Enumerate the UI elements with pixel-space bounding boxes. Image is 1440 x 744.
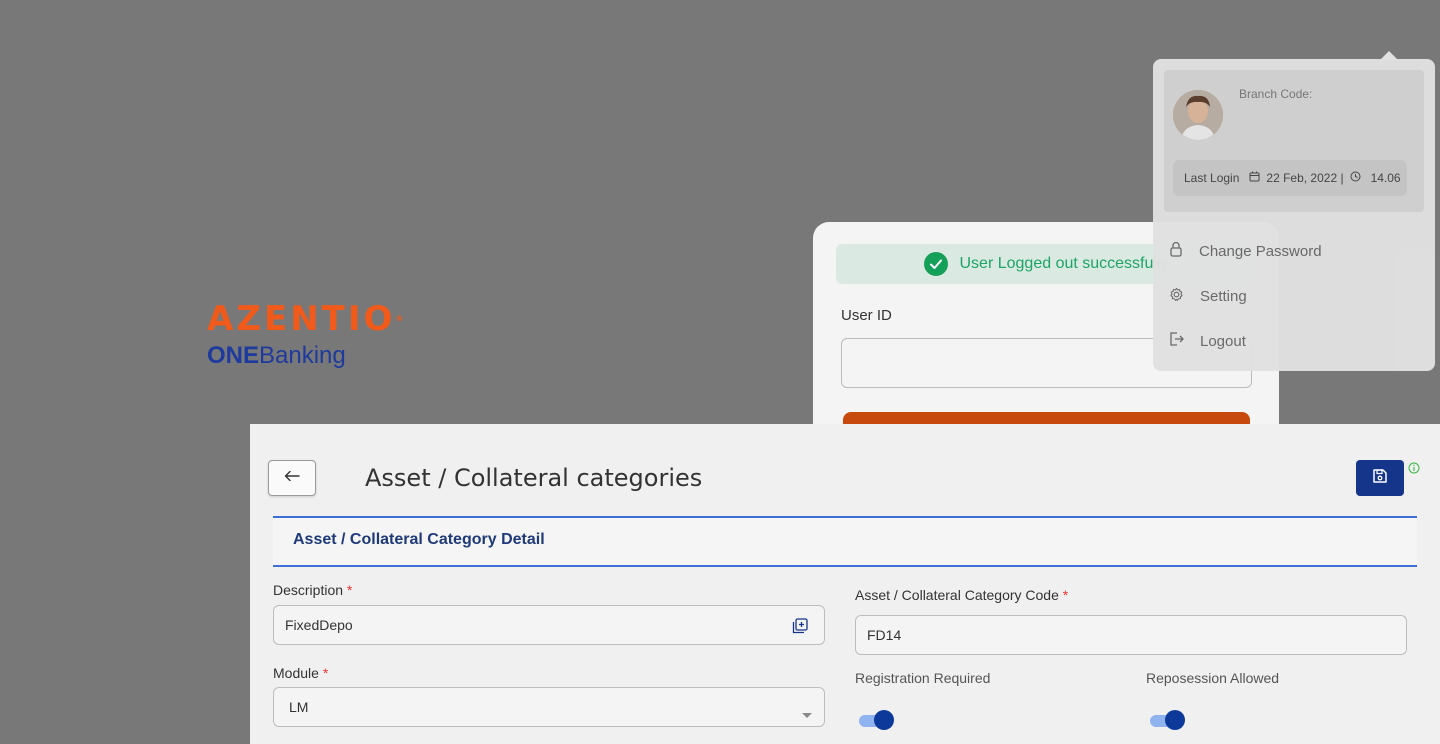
description-input[interactable]: FixedDepo xyxy=(273,605,825,645)
menu-item-logout[interactable]: Logout xyxy=(1169,332,1246,350)
alert-message: User Logged out successfully xyxy=(959,255,1169,272)
repossession-allowed-toggle[interactable] xyxy=(1150,709,1185,733)
repossession-allowed-label: Reposession Allowed xyxy=(1146,670,1280,686)
required-mark: * xyxy=(1062,587,1069,603)
registration-required-toggle[interactable] xyxy=(859,709,894,733)
check-circle-icon xyxy=(923,252,948,276)
clock-icon xyxy=(1350,171,1361,185)
last-login-time: 14.06 xyxy=(1370,171,1401,185)
description-label: Description * xyxy=(273,582,353,598)
last-login-date: 22 Feb, 2022 | xyxy=(1266,171,1344,185)
floppy-disk-icon xyxy=(1372,468,1388,489)
last-login-info: Last Login 22 Feb, 2022 | 14.06 xyxy=(1173,160,1407,196)
section-title: Asset / Collateral Category Detail xyxy=(293,531,545,548)
category-code-input[interactable]: FD14 xyxy=(855,615,1407,655)
caret-down-icon xyxy=(802,706,812,722)
info-icon[interactable] xyxy=(1408,461,1420,479)
registration-required-label: Registration Required xyxy=(855,670,991,686)
last-login-label: Last Login xyxy=(1184,171,1240,185)
required-mark: * xyxy=(346,582,353,598)
add-box-icon[interactable] xyxy=(792,618,808,637)
menu-item-setting[interactable]: Setting xyxy=(1169,287,1247,306)
asset-category-panel: Asset / Collateral categories Asset / Co… xyxy=(250,424,1440,744)
user-id-label: User ID xyxy=(841,307,892,324)
arrow-left-icon xyxy=(284,469,300,487)
avatar xyxy=(1173,90,1223,140)
logo-wordmark: AZENTIO xyxy=(207,299,396,339)
menu-item-label: Setting xyxy=(1200,288,1247,305)
azentio-logo: AZENTIO® ONEBanking xyxy=(207,300,403,370)
module-label: Module * xyxy=(273,665,329,681)
profile-header: Branch Code: Last Login 22 Feb, 2022 | 1… xyxy=(1164,70,1424,212)
lock-icon xyxy=(1169,241,1183,261)
module-select[interactable]: LM xyxy=(273,687,825,727)
back-button[interactable] xyxy=(268,460,316,496)
required-mark: * xyxy=(322,665,329,681)
menu-item-label: Change Password xyxy=(1199,242,1322,260)
menu-item-change-password[interactable]: Change Password xyxy=(1169,241,1322,261)
calendar-icon xyxy=(1249,171,1260,185)
save-button[interactable] xyxy=(1356,460,1404,496)
section-header: Asset / Collateral Category Detail xyxy=(273,516,1417,567)
branch-code-label: Branch Code: xyxy=(1239,87,1313,101)
profile-dropdown: Branch Code: Last Login 22 Feb, 2022 | 1… xyxy=(1153,59,1435,371)
category-code-label: Asset / Collateral Category Code * xyxy=(855,587,1069,603)
logout-icon xyxy=(1169,332,1184,350)
menu-item-label: Logout xyxy=(1200,332,1246,350)
page-title: Asset / Collateral categories xyxy=(365,464,703,492)
logo-registered-mark: ® xyxy=(395,314,404,323)
gear-icon xyxy=(1169,287,1184,306)
logo-product-name: ONEBanking xyxy=(207,342,346,369)
